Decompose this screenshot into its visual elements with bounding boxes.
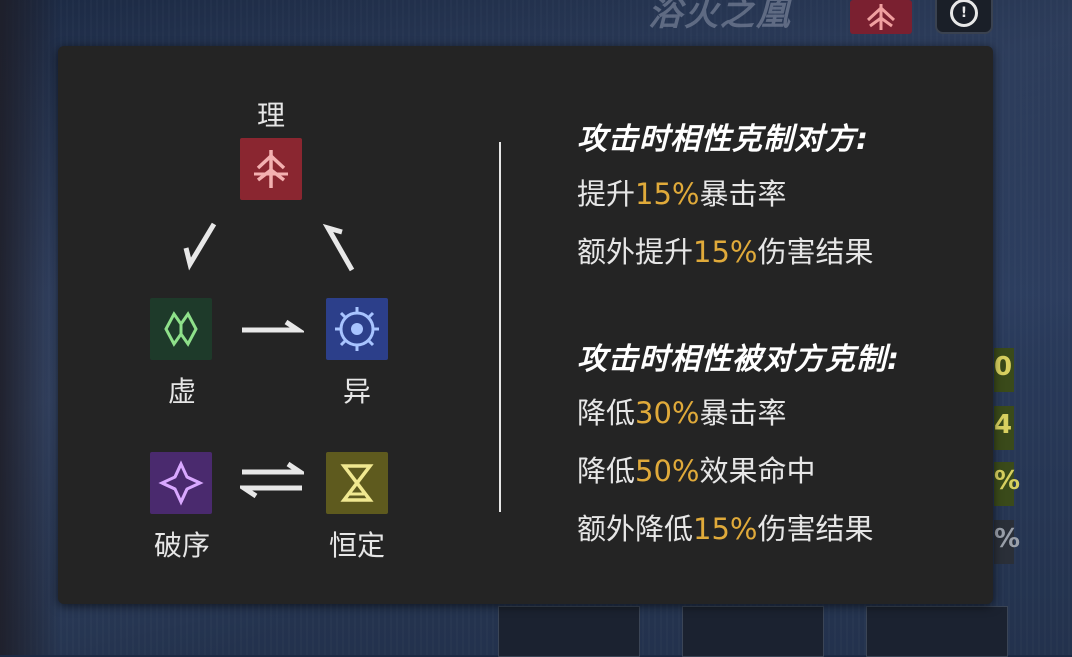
skill-tile[interactable] — [682, 606, 824, 657]
disadvantage-title: 攻击时相性被对方克制: — [577, 342, 900, 377]
anomaly-attr-icon — [326, 298, 388, 360]
arrow-right-icon — [242, 319, 304, 333]
physical-attr-icon — [240, 138, 302, 200]
attribute-badge — [850, 0, 912, 34]
panel-divider — [499, 142, 501, 512]
stat-value: % — [994, 520, 1020, 564]
imaginary-attr-icon — [150, 298, 212, 360]
swap-arrows-icon — [240, 461, 304, 499]
node-label-left: 虚 — [167, 375, 196, 408]
skill-tile[interactable] — [498, 606, 640, 657]
disadvantage-line: 降低50%效果命中 — [577, 454, 816, 488]
disorder-attr-icon — [150, 452, 212, 514]
background-title: 浴火之凰 — [648, 0, 792, 34]
skill-tile[interactable] — [866, 606, 1008, 657]
disadvantage-line: 降低30%暴击率 — [577, 396, 787, 430]
advantage-line: 提升15%暴击率 — [577, 177, 787, 211]
advantage-line: 额外提升15%伤害结果 — [577, 235, 874, 269]
node-label-bottom-right: 恒定 — [328, 529, 385, 562]
constant-attr-icon — [326, 452, 388, 514]
info-button[interactable]: ! — [935, 0, 993, 34]
character-art — [0, 0, 60, 655]
node-label-right: 异 — [342, 375, 371, 408]
advantage-title: 攻击时相性克制对方: — [577, 122, 869, 157]
stat-value: 4 — [994, 406, 1014, 450]
stat-value: 0 — [994, 348, 1014, 392]
node-label-top: 理 — [256, 99, 285, 132]
arrow-down-left-icon — [183, 222, 217, 271]
disadvantage-line: 额外降低15%伤害结果 — [577, 512, 874, 546]
stat-value: % — [994, 462, 1020, 506]
info-icon: ! — [950, 0, 978, 27]
arrow-up-left-icon — [322, 223, 355, 272]
node-label-bottom-left: 破序 — [153, 529, 210, 562]
